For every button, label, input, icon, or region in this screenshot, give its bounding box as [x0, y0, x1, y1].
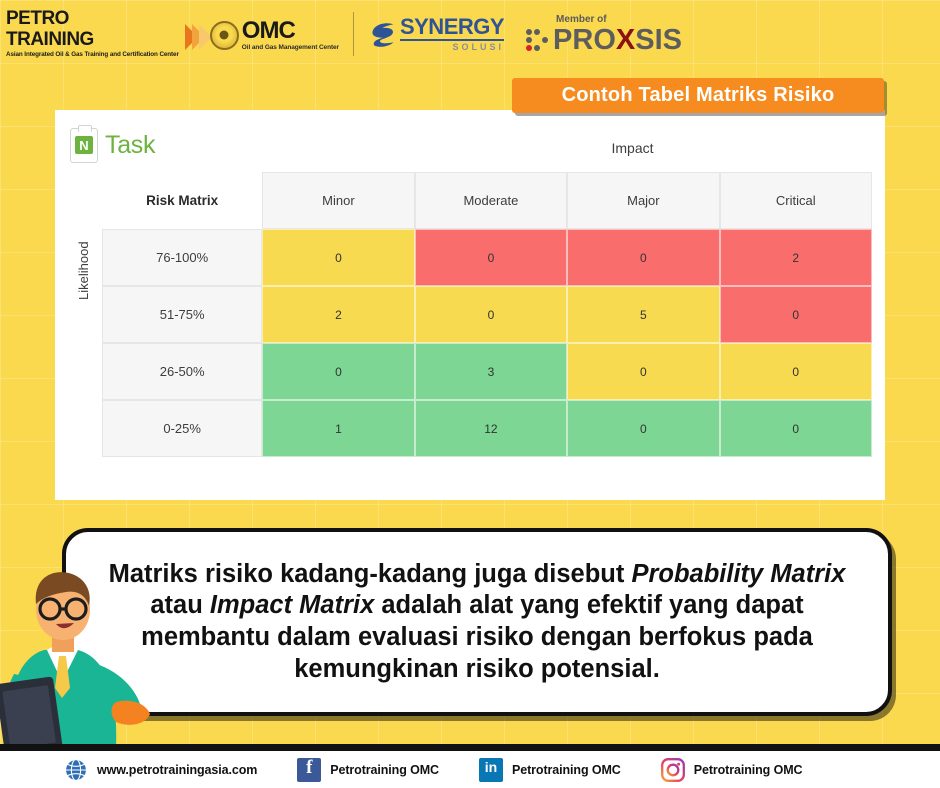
- matrix-cell-3-3[interactable]: 0: [719, 400, 872, 457]
- title-banner: Contoh Tabel Matriks Risiko: [512, 78, 884, 113]
- matrix-cell-1-2[interactable]: 5: [567, 286, 720, 343]
- title-banner-text: Contoh Tabel Matriks Risiko: [561, 84, 835, 106]
- table-row: 51-75% 2 0 5 0: [102, 286, 872, 343]
- synergy-logo: SYNERGY SOLUSI: [368, 14, 505, 52]
- matrix-row-header-2: 26-50%: [102, 343, 263, 400]
- header-logo-bar: PETRO TRAINING Asian Integrated Oil & Ga…: [0, 0, 940, 68]
- table-row: 26-50% 0 3 0 0: [102, 343, 872, 400]
- footer-item-facebook[interactable]: Petrotraining OMC: [297, 757, 439, 782]
- task-logo: N Task: [70, 125, 156, 163]
- clipboard-icon: N: [70, 125, 98, 163]
- linkedin-icon: [479, 757, 503, 782]
- matrix-cell-2-0[interactable]: 0: [262, 343, 415, 400]
- footer-label-instagram: Petrotraining OMC: [693, 762, 803, 777]
- matrix-corner-label: Risk Matrix: [102, 172, 263, 229]
- matrix-row-header-3: 0-25%: [102, 400, 263, 457]
- table-row: 76-100% 0 0 0 2: [102, 229, 872, 286]
- omc-subtitle: Oil and Gas Management Center: [241, 43, 339, 51]
- risk-matrix-panel: N Task Impact Likelihood Risk Matrix Min…: [55, 110, 885, 500]
- header-divider: [352, 12, 354, 56]
- emphasis-probability-matrix: Probability Matrix: [631, 559, 846, 588]
- matrix-cell-2-1[interactable]: 3: [414, 343, 568, 400]
- matrix-cell-3-0[interactable]: 1: [262, 400, 415, 457]
- footer-bar: www.petrotrainingasia.com Petrotraining …: [0, 751, 940, 788]
- task-wordmark: Task: [105, 131, 156, 159]
- petro-line1: PETRO: [6, 8, 69, 30]
- footer-label-facebook: Petrotraining OMC: [330, 762, 439, 777]
- risk-matrix-table: Risk Matrix Minor Moderate Major Critica…: [102, 172, 872, 457]
- proxsis-dots-icon: [526, 29, 549, 51]
- petro-line2: TRAINING: [6, 29, 94, 51]
- footer-divider: [0, 744, 940, 751]
- matrix-row-header-1: 51-75%: [102, 286, 263, 343]
- matrix-col-header-0: Minor: [262, 172, 415, 229]
- chevron-icon: [184, 18, 212, 50]
- globe-icon: [64, 758, 88, 781]
- footer-item-website[interactable]: www.petrotrainingasia.com: [64, 758, 257, 782]
- synergy-rule: [399, 39, 505, 41]
- matrix-col-header-1: Moderate: [414, 172, 568, 229]
- matrix-cell-2-3[interactable]: 0: [719, 343, 872, 400]
- likelihood-axis-label: Likelihood: [76, 241, 91, 300]
- footer-label-linkedin: Petrotraining OMC: [512, 762, 621, 777]
- proxsis-logo: Member of PROXSIS: [526, 14, 682, 55]
- description-text: Matriks risiko kadang-kadang juga disebu…: [108, 559, 846, 683]
- matrix-cell-0-0[interactable]: 0: [262, 229, 415, 286]
- matrix-cell-0-3[interactable]: 2: [719, 229, 872, 286]
- omc-seal-icon: [209, 20, 239, 50]
- footer-item-instagram[interactable]: Petrotraining OMC: [660, 757, 803, 782]
- instagram-icon: [660, 757, 685, 782]
- proxsis-name: PROXSIS: [553, 23, 682, 56]
- matrix-col-header-3: Critical: [719, 172, 872, 229]
- omc-logo: OMC Oil and Gas Management Center: [209, 16, 339, 52]
- matrix-cell-1-1[interactable]: 0: [414, 286, 568, 343]
- petro-training-logo: PETRO TRAINING Asian Integrated Oil & Ga…: [6, 9, 179, 58]
- footer-item-linkedin[interactable]: Petrotraining OMC: [479, 757, 621, 782]
- matrix-header-row: Risk Matrix Minor Moderate Major Critica…: [102, 172, 872, 229]
- synergy-subtitle: SOLUSI: [452, 42, 505, 52]
- matrix-cell-0-1[interactable]: 0: [414, 229, 568, 286]
- footer-label-website: www.petrotrainingasia.com: [97, 762, 258, 777]
- petro-training-wordmark: PETRO TRAINING Asian Integrated Oil & Ga…: [6, 9, 179, 58]
- synergy-mark-icon: [372, 23, 394, 47]
- matrix-cell-1-0[interactable]: 2: [262, 286, 415, 343]
- mascot-illustration: [0, 572, 150, 748]
- table-row: 0-25% 1 12 0 0: [102, 400, 872, 457]
- matrix-cell-3-1[interactable]: 12: [414, 400, 568, 457]
- impact-axis-label: Impact: [611, 140, 654, 156]
- matrix-cell-1-3[interactable]: 0: [719, 286, 872, 343]
- matrix-row-header-0: 76-100%: [102, 229, 263, 286]
- description-bubble: Matriks risiko kadang-kadang juga disebu…: [62, 528, 892, 716]
- synergy-name: SYNERGY: [399, 14, 505, 39]
- task-mark-icon: N: [75, 136, 93, 154]
- matrix-col-header-2: Major: [567, 172, 720, 229]
- matrix-cell-0-2[interactable]: 0: [567, 229, 720, 286]
- matrix-cell-2-2[interactable]: 0: [567, 343, 720, 400]
- matrix-cell-3-2[interactable]: 0: [567, 400, 720, 457]
- emphasis-impact-matrix: Impact Matrix: [209, 591, 375, 620]
- omc-name: OMC: [241, 16, 296, 44]
- facebook-icon: [297, 757, 322, 782]
- petro-tagline: Asian Integrated Oil & Gas Training and …: [6, 51, 179, 59]
